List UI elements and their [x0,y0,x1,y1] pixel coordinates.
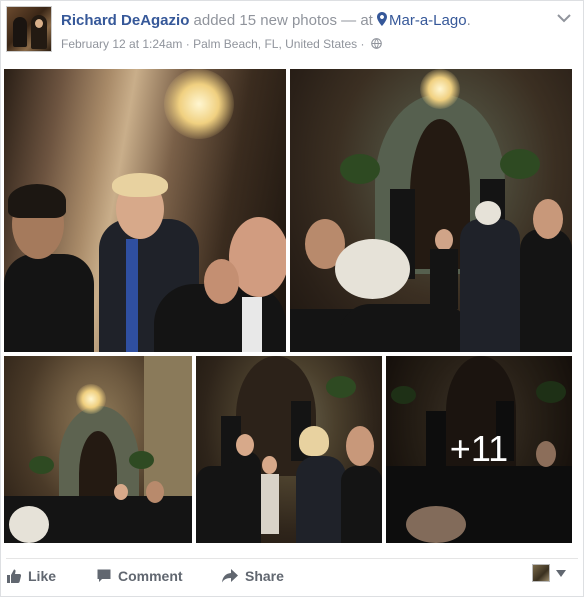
share-button[interactable]: Share [221,567,284,585]
photo-3[interactable] [4,356,192,543]
like-button[interactable]: Like [6,567,56,585]
meta-dot-2: · [360,37,365,51]
at-word: at [360,12,373,29]
author-name[interactable]: Richard DeAgazio [61,12,189,29]
photo-1[interactable] [4,69,286,352]
share-label: Share [245,568,284,584]
more-photos-count[interactable]: +11 [386,428,572,470]
chevron-down-icon[interactable] [556,570,566,577]
comment-label: Comment [118,568,183,584]
location-pin-icon [377,12,388,26]
post-action-text: added 15 new photos [193,12,337,29]
post-meta-line: February 12 at 1:24am · Palm Beach, FL, … [61,37,382,51]
location-link[interactable]: Mar-a-Lago [389,12,467,29]
post-place[interactable]: Palm Beach, FL, United States [193,37,357,51]
photo-5-more[interactable]: +11 [386,356,572,543]
thumbs-up-icon [7,569,22,583]
post-header-line: Richard DeAgazio added 15 new photos — a… [61,12,471,29]
facebook-post: Richard DeAgazio added 15 new photos — a… [0,0,584,597]
share-arrow-icon [222,569,238,583]
meta-dot: · [185,37,190,51]
post-timestamp[interactable]: February 12 at 1:24am [61,37,182,51]
location-period: . [466,12,471,29]
globe-icon[interactable] [371,38,382,49]
photo-4[interactable] [196,356,382,543]
chevron-down-icon[interactable] [557,13,571,23]
comment-icon [97,569,111,582]
separator: — [341,12,357,29]
comment-button[interactable]: Comment [96,567,183,585]
author-avatar[interactable] [6,6,52,52]
viewer-avatar[interactable] [532,564,550,582]
action-bar-divider [6,558,578,559]
like-label: Like [28,568,57,584]
photo-2[interactable] [290,69,572,352]
